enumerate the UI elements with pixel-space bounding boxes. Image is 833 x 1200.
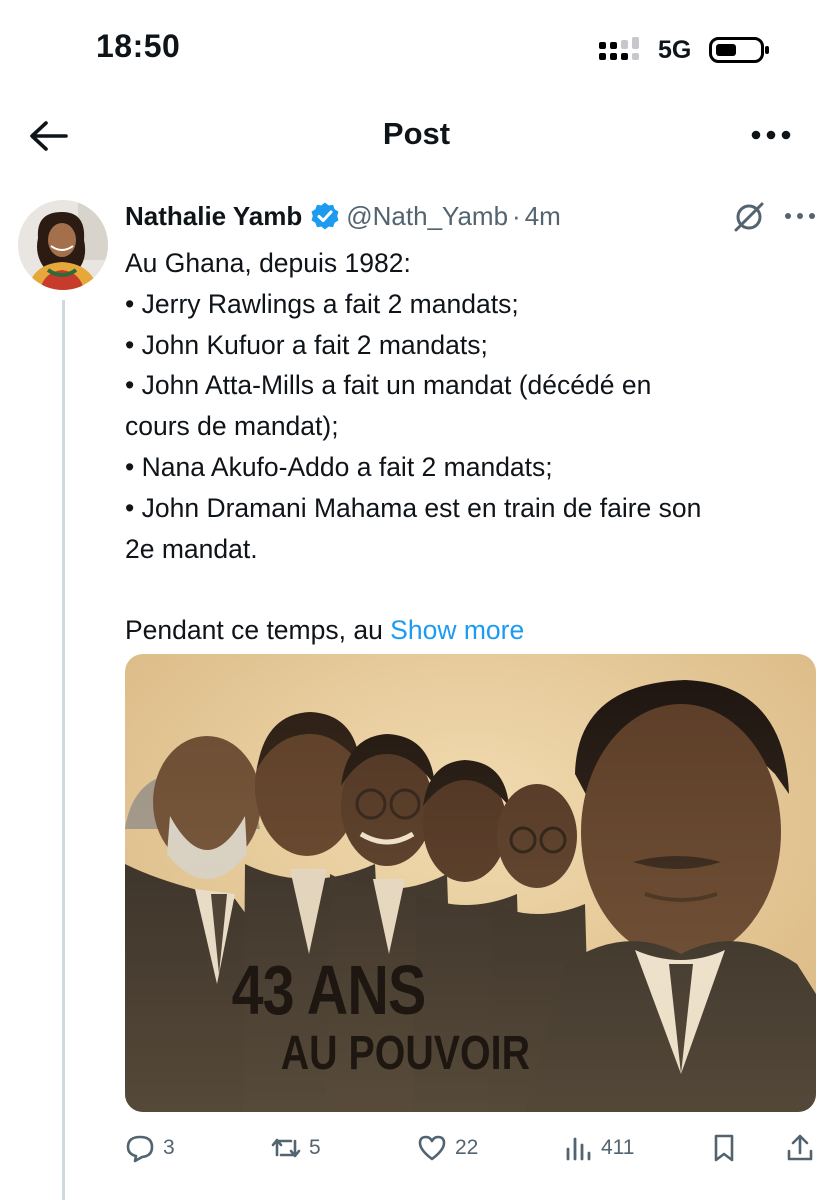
bookmark-icon: [714, 1134, 734, 1162]
post-more-icon[interactable]: [783, 204, 817, 228]
top-header: Post: [0, 100, 833, 172]
post-line: 2e mandat.: [125, 533, 258, 564]
views-button[interactable]: 411: [563, 1126, 634, 1170]
repost-icon: [271, 1138, 301, 1158]
repost-button[interactable]: 5: [271, 1126, 321, 1170]
show-more-link[interactable]: Show more: [390, 615, 524, 645]
share-button[interactable]: [785, 1126, 815, 1170]
thread-line: [62, 300, 65, 1200]
reply-button[interactable]: 3: [125, 1126, 175, 1170]
signal-icon: [599, 37, 639, 60]
meta-separator: ·: [512, 200, 521, 231]
status-bar: 18:50 5G: [0, 0, 833, 100]
bookmark-button[interactable]: [709, 1126, 739, 1170]
avatar[interactable]: [18, 200, 108, 290]
post-text: Au Ghana, depuis 1982: • Jerry Rawlings …: [125, 243, 815, 651]
grok-icon[interactable]: [732, 200, 766, 234]
share-icon: [787, 1134, 813, 1161]
post-line: Au Ghana, depuis 1982:: [125, 248, 411, 278]
post-time[interactable]: 4m: [525, 201, 561, 232]
repost-count: 5: [309, 1136, 321, 1159]
author-row: Nathalie Yamb @Nath_Yamb · 4m: [125, 196, 561, 236]
author-handle[interactable]: @Nath_Yamb: [346, 201, 508, 232]
more-options-icon[interactable]: [748, 120, 794, 150]
network-type: 5G: [658, 36, 692, 64]
post-image[interactable]: 43 ANS AU POUVOIR: [125, 654, 816, 1112]
post-line: • Jerry Rawlings a fait 2 mandats;: [125, 288, 519, 319]
post-line: cours de mandat);: [125, 411, 339, 442]
like-icon: [418, 1135, 446, 1161]
truncated-line: Pendant ce temps, au Show more: [125, 610, 815, 651]
post-line: • John Dramani Mahama est en train de fa…: [125, 492, 702, 523]
image-caption-line2: AU POUVOIR: [280, 1027, 530, 1080]
battery-icon: [709, 37, 769, 63]
reply-count: 3: [163, 1136, 175, 1159]
post-line: • John Atta-Mills a fait un mandat (décé…: [125, 370, 652, 401]
truncated-text: Pendant ce temps, au: [125, 615, 391, 646]
verified-badge-icon: [311, 202, 339, 230]
post-line: • John Kufuor a fait 2 mandats;: [125, 329, 488, 360]
views-icon: [566, 1137, 591, 1161]
status-time: 18:50: [96, 28, 181, 64]
page-title: Post: [382, 116, 451, 151]
image-caption-line1: 43 ANS: [232, 951, 427, 1029]
views-count: 411: [601, 1136, 635, 1159]
action-bar: 3 5 22 411: [125, 1126, 825, 1170]
like-button[interactable]: 22: [417, 1126, 478, 1170]
reply-icon: [126, 1135, 154, 1163]
author-name[interactable]: Nathalie Yamb: [125, 201, 302, 232]
like-count: 22: [455, 1136, 479, 1159]
post-line: • Nana Akufo-Addo a fait 2 mandats;: [125, 451, 553, 482]
